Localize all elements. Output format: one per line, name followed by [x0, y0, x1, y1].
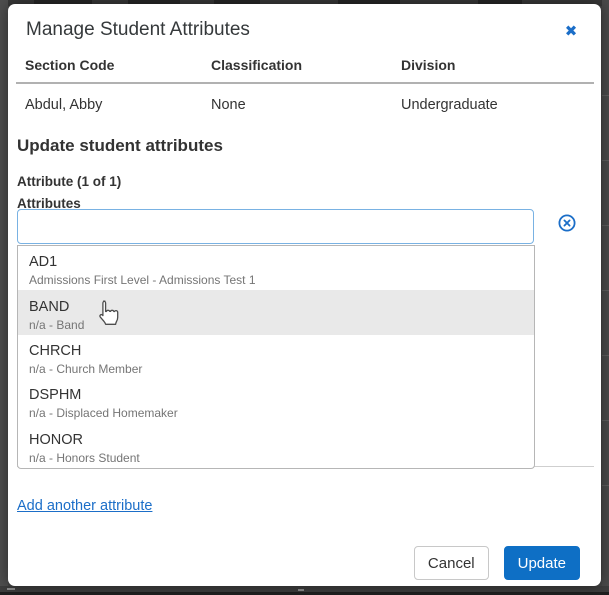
- backdrop-line: [602, 355, 609, 356]
- cell-student-name: Abdul, Abby: [16, 83, 202, 125]
- column-header-division: Division: [392, 50, 594, 83]
- attribute-counter: Attribute (1 of 1): [17, 174, 121, 189]
- cell-division: Undergraduate: [392, 83, 594, 125]
- attributes-dropdown: AD1 Admissions First Level - Admissions …: [17, 245, 535, 469]
- backdrop-line: [602, 95, 609, 96]
- cell-classification: None: [202, 83, 392, 125]
- dropdown-item-code: AD1: [29, 253, 522, 272]
- dropdown-item-code: CHRCH: [29, 342, 522, 361]
- attributes-input[interactable]: [17, 209, 534, 244]
- dropdown-item[interactable]: BAND n/a - Band: [18, 290, 534, 334]
- update-section-heading: Update student attributes: [17, 136, 223, 156]
- dropdown-item[interactable]: DSPHM n/a - Displaced Homemaker: [18, 379, 534, 423]
- cancel-button[interactable]: Cancel: [414, 546, 489, 580]
- backdrop-line: [602, 225, 609, 226]
- backdrop-line: [602, 290, 609, 291]
- backdrop-line: [602, 160, 609, 161]
- backdrop-line: [602, 420, 609, 421]
- table-header-row: Section Code Classification Division: [16, 50, 594, 83]
- page-title: Manage Student Attributes: [26, 18, 250, 41]
- dropdown-item-description: n/a - Displaced Homemaker: [29, 405, 522, 421]
- dropdown-item-description: n/a - Church Member: [29, 361, 522, 377]
- student-table: Section Code Classification Division Abd…: [16, 50, 594, 125]
- backdrop-right: [602, 0, 609, 595]
- dropdown-item-code: HONOR: [29, 431, 522, 450]
- dropdown-item-code: BAND: [29, 298, 522, 317]
- dropdown-item-description: n/a - Band: [29, 317, 522, 333]
- dropdown-item-description: n/a - Honors Student: [29, 450, 522, 466]
- manage-student-attributes-modal: Manage Student Attributes ✖ Section Code…: [8, 4, 601, 586]
- backdrop-artifact: [7, 588, 15, 590]
- close-icon: ✖: [565, 24, 578, 39]
- backdrop-bottom: [0, 586, 609, 595]
- add-another-attribute-link[interactable]: Add another attribute: [17, 498, 152, 514]
- update-button[interactable]: Update: [504, 546, 580, 580]
- remove-attribute-button[interactable]: [557, 213, 577, 233]
- dropdown-item[interactable]: AD1 Admissions First Level - Admissions …: [18, 246, 534, 290]
- backdrop-line: [602, 485, 609, 486]
- dropdown-item-description: Admissions First Level - Admissions Test…: [29, 272, 522, 288]
- dropdown-item-code: DSPHM: [29, 386, 522, 405]
- table-row: Abdul, Abby None Undergraduate: [16, 83, 594, 125]
- circle-x-icon: [557, 213, 577, 233]
- column-header-section-code: Section Code: [16, 50, 202, 83]
- backdrop-left: [0, 0, 8, 595]
- close-button[interactable]: ✖: [560, 20, 582, 42]
- dropdown-item[interactable]: CHRCH n/a - Church Member: [18, 335, 534, 379]
- footer-buttons: Cancel Update: [414, 546, 580, 580]
- column-header-classification: Classification: [202, 50, 392, 83]
- backdrop-artifact: [298, 589, 304, 591]
- dropdown-item[interactable]: HONOR n/a - Honors Student: [18, 424, 534, 468]
